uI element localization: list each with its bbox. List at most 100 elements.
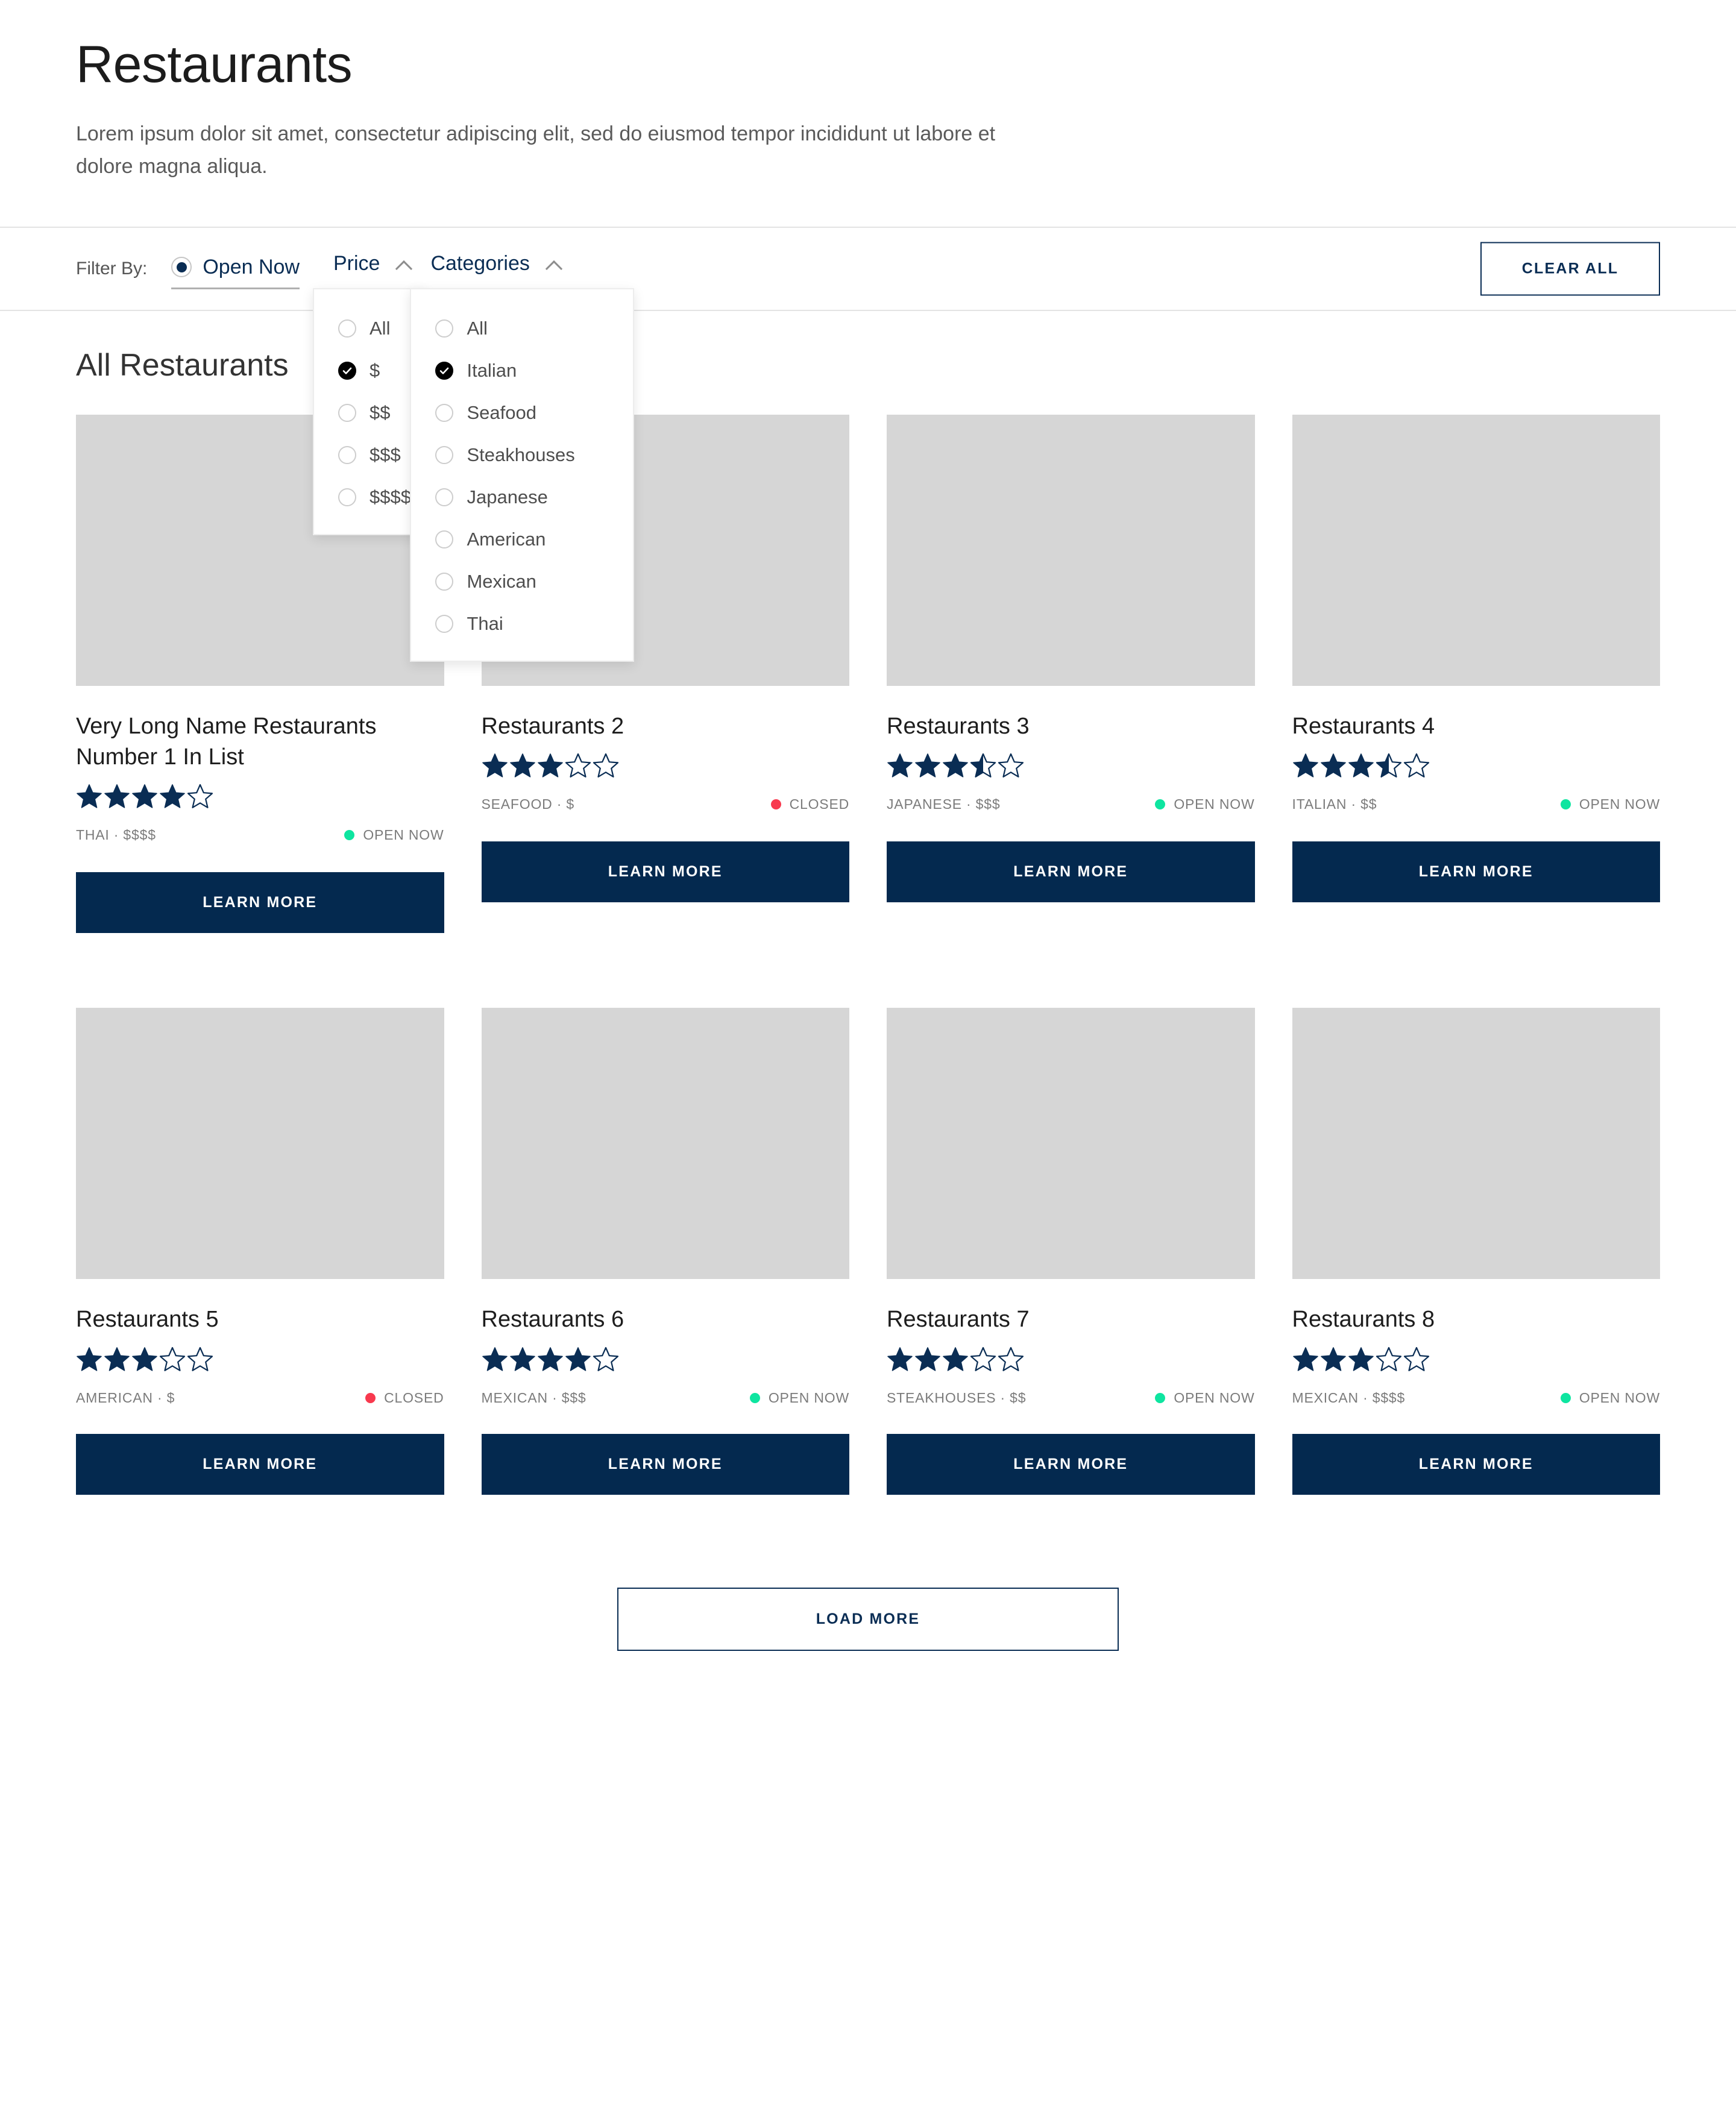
restaurant-card[interactable]: Restaurants 8 MEXICAN · $$$$ OPEN NOW LEARN…: [1292, 1008, 1660, 1495]
filter-controls: Filter By: Open Now Price All $ $$ $$$ $$$$ …: [76, 252, 635, 662]
restaurant-name: Restaurants 2: [481, 713, 624, 739]
restaurant-card[interactable]: Restaurants 7 STEAKHOUSES · $$ OPEN NOW LEA…: [887, 1008, 1255, 1495]
restaurant-meta-row: AMERICAN · $ CLOSED: [76, 1390, 444, 1406]
restaurant-image-placeholder: [481, 1008, 849, 1280]
learn-more-button[interactable]: LEARN MORE: [76, 1433, 444, 1495]
checkbox-unchecked-icon: [435, 488, 454, 507]
categories-filter-option[interactable]: Mexican: [411, 561, 633, 603]
restaurant-image-placeholder: [887, 414, 1255, 686]
learn-more-button[interactable]: LEARN MORE: [887, 1433, 1255, 1495]
radio-selected-icon: [171, 257, 192, 278]
filter-open-now-label: Open Now: [203, 255, 300, 278]
restaurant-name: Restaurants 7: [887, 1307, 1030, 1333]
status-dot-icon: [749, 1392, 760, 1403]
price-filter-option[interactable]: $$: [314, 392, 426, 434]
price-filter-toggle[interactable]: Price: [333, 252, 412, 275]
price-filter-option[interactable]: $$$$: [314, 476, 426, 518]
status-dot-icon: [1155, 1392, 1166, 1403]
restaurant-meta-row: STEAKHOUSES · $$ OPEN NOW: [887, 1390, 1255, 1406]
clear-all-button[interactable]: CLEAR ALL: [1480, 242, 1660, 296]
categories-filter-option-label: Steakhouses: [467, 444, 575, 466]
status-badge: OPEN NOW: [1560, 796, 1660, 812]
categories-filter-toggle[interactable]: Categories: [430, 252, 562, 275]
restaurant-grid-row-2: Restaurants 5 AMERICAN · $ CLOSED LEARN MOR…: [76, 1008, 1660, 1495]
restaurant-image-placeholder: [1292, 414, 1660, 686]
learn-more-button[interactable]: LEARN MORE: [76, 872, 444, 934]
restaurant-card-body: Very Long Name Restaurants Number 1 In L…: [76, 686, 444, 934]
page-subtitle: Lorem ipsum dolor sit amet, consectetur …: [76, 122, 996, 178]
learn-more-button[interactable]: LEARN MORE: [1292, 841, 1660, 903]
load-more-container: LOAD MORE: [0, 1587, 1736, 1651]
restaurant-category-price: AMERICAN · $: [76, 1389, 175, 1406]
categories-filter-option[interactable]: American: [411, 518, 633, 561]
status-dot-icon: [1560, 1392, 1571, 1403]
status-dot-icon: [365, 1392, 376, 1403]
status-dot-icon: [1560, 799, 1571, 810]
categories-filter-option[interactable]: Italian: [411, 350, 633, 392]
price-filter-option-label: $$$: [370, 444, 401, 466]
categories-filter-label: Categories: [430, 252, 530, 275]
price-filter-label: Price: [333, 252, 380, 275]
categories-filter-option-label: All: [467, 318, 488, 339]
page-title: Restaurants: [76, 36, 353, 93]
restaurant-card-body: Restaurants 3 JAPANESE · $$$ OPEN NOW LEARN…: [887, 686, 1255, 934]
categories-filter-option[interactable]: Thai: [411, 603, 633, 645]
learn-more-button[interactable]: LEARN MORE: [887, 841, 1255, 903]
checkbox-checked-icon: [435, 362, 454, 380]
restaurant-meta-row: SEAFOOD · $ CLOSED: [482, 796, 850, 812]
price-filter-option[interactable]: All: [314, 307, 426, 350]
load-more-button[interactable]: LOAD MORE: [617, 1587, 1119, 1651]
restaurant-card-body: Restaurants 5 AMERICAN · $ CLOSED LEARN MOR…: [76, 1279, 444, 1495]
restaurant-card[interactable]: Restaurants 4 ITALIAN · $$ OPEN NOW LEARN M…: [1292, 414, 1661, 934]
price-filter-option-label: All: [370, 318, 391, 339]
rating-stars: [887, 1344, 1255, 1374]
learn-more-button[interactable]: LEARN MORE: [481, 1433, 849, 1495]
categories-filter-option[interactable]: Steakhouses: [411, 434, 633, 476]
rating-stars: [482, 1344, 850, 1374]
filter-bar: Filter By: Open Now Price All $ $$ $$$ $$$$ …: [0, 226, 1736, 662]
restaurant-name: Restaurants 5: [76, 1307, 219, 1333]
restaurant-card-body: Restaurants 2 SEAFOOD · $ CLOSED LEARN MORE: [481, 686, 850, 934]
checkbox-unchecked-icon: [338, 446, 356, 465]
restaurant-card[interactable]: Restaurants 6 MEXICAN · $$$ OPEN NOW LEARN …: [481, 1008, 850, 1495]
categories-filter-option-label: Italian: [467, 360, 517, 382]
learn-more-button[interactable]: LEARN MORE: [1292, 1433, 1660, 1495]
restaurant-category-price: JAPANESE · $$$: [887, 796, 1001, 812]
rating-stars: [1292, 750, 1661, 781]
price-filter-option[interactable]: $$$: [314, 434, 426, 476]
status-label: OPEN NOW: [1579, 796, 1660, 812]
checkbox-unchecked-icon: [338, 404, 356, 423]
status-label: OPEN NOW: [363, 827, 444, 843]
restaurant-name: Restaurants 4: [1292, 713, 1435, 739]
restaurant-name: Restaurants 3: [887, 713, 1030, 739]
restaurant-image-placeholder: [1292, 1008, 1660, 1280]
status-badge: OPEN NOW: [1155, 1390, 1254, 1406]
checkbox-unchecked-icon: [435, 446, 454, 465]
categories-filter-option-label: American: [467, 529, 546, 550]
status-dot-icon: [344, 830, 355, 841]
status-badge: OPEN NOW: [749, 1390, 849, 1406]
price-filter-option-label: $$$$: [370, 486, 411, 508]
checkbox-unchecked-icon: [435, 615, 454, 633]
categories-filter-dropdown: All Italian Seafood Steakhouses Japanese Amer…: [410, 288, 635, 662]
categories-filter-option-label: Thai: [467, 613, 503, 635]
learn-more-button[interactable]: LEARN MORE: [481, 841, 849, 903]
categories-filter-option[interactable]: Japanese: [411, 476, 633, 518]
status-label: OPEN NOW: [1174, 796, 1255, 812]
restaurant-card[interactable]: Restaurants 5 AMERICAN · $ CLOSED LEARN MOR…: [76, 1008, 444, 1495]
checkbox-unchecked-icon: [435, 573, 454, 591]
status-badge: OPEN NOW: [1560, 1390, 1660, 1406]
restaurant-meta-row: JAPANESE · $$$ OPEN NOW: [887, 796, 1255, 812]
rating-stars: [887, 750, 1255, 781]
categories-filter-option[interactable]: Seafood: [411, 392, 633, 434]
categories-filter-option[interactable]: All: [411, 307, 633, 350]
status-badge: CLOSED: [365, 1390, 444, 1406]
price-filter-option[interactable]: $: [314, 350, 426, 392]
status-badge: CLOSED: [770, 796, 849, 812]
checkbox-unchecked-icon: [338, 488, 356, 507]
restaurant-card[interactable]: Restaurants 3 JAPANESE · $$$ OPEN NOW LEARN…: [887, 414, 1255, 934]
status-badge: OPEN NOW: [1155, 796, 1254, 812]
price-filter-option-label: $: [370, 360, 380, 382]
page-header: Restaurants Lorem ipsum dolor sit amet, …: [0, 0, 1736, 183]
filter-open-now-toggle[interactable]: Open Now: [171, 256, 300, 289]
